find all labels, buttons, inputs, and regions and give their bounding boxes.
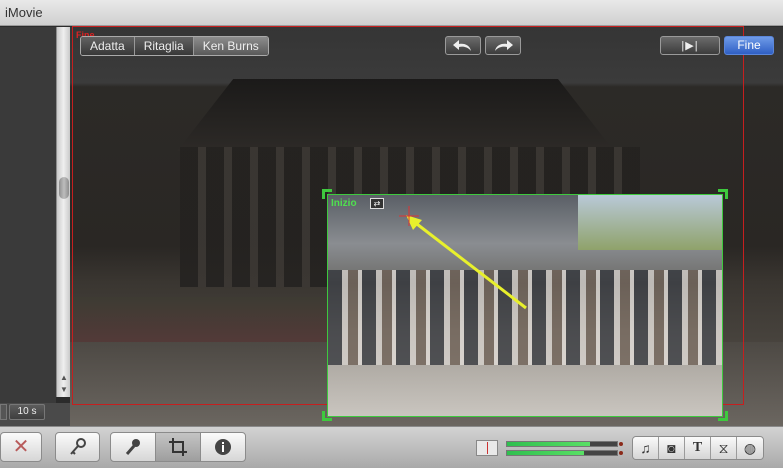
audio-level-icon[interactable] xyxy=(476,440,498,456)
audio-meter-left-peak xyxy=(619,442,623,446)
redo-button[interactable] xyxy=(485,36,521,55)
voiceover-button[interactable] xyxy=(110,432,156,462)
media-browser-tray: ♫ ◙ T ⧖ ◍ xyxy=(632,436,764,460)
motion-arrow-line xyxy=(412,219,527,310)
mode-crop-button[interactable]: Ritaglia xyxy=(134,37,194,55)
audio-meter-right-fill xyxy=(507,451,584,455)
info-icon xyxy=(215,439,231,455)
motion-arrow xyxy=(399,206,527,310)
key-icon xyxy=(69,438,86,455)
music-note-icon[interactable]: ♫ xyxy=(633,437,659,459)
globe-icon[interactable]: ◍ xyxy=(737,437,763,459)
x-icon: ✕ xyxy=(12,436,30,458)
crop-mode-segmented-control[interactable]: Adatta Ritaglia Ken Burns xyxy=(80,36,269,56)
audio-meter-right-peak xyxy=(619,451,623,455)
play-frame-icon: |▶| xyxy=(681,40,699,52)
title-text-icon[interactable]: T xyxy=(685,437,711,459)
audio-meter-left xyxy=(506,441,623,447)
crop-button[interactable] xyxy=(155,432,201,462)
microphone-icon xyxy=(125,439,140,455)
done-button[interactable]: Fine xyxy=(724,36,774,55)
camera-icon[interactable]: ◙ xyxy=(659,437,685,459)
undo-button[interactable] xyxy=(445,36,481,55)
mode-ken-burns-button[interactable]: Ken Burns xyxy=(193,37,268,55)
undo-icon xyxy=(453,40,471,51)
audio-meter-left-fill xyxy=(507,442,590,446)
audio-meter-right xyxy=(506,450,623,456)
play-frame-button[interactable]: |▶| xyxy=(660,36,720,55)
info-button[interactable] xyxy=(200,432,246,462)
crop-icon xyxy=(169,438,187,456)
keyword-button[interactable] xyxy=(55,432,100,462)
transition-icon[interactable]: ⧖ xyxy=(711,437,737,459)
redo-icon xyxy=(495,40,513,51)
mode-fit-button[interactable]: Adatta xyxy=(81,37,135,55)
reject-button[interactable]: ✕ xyxy=(0,432,42,462)
